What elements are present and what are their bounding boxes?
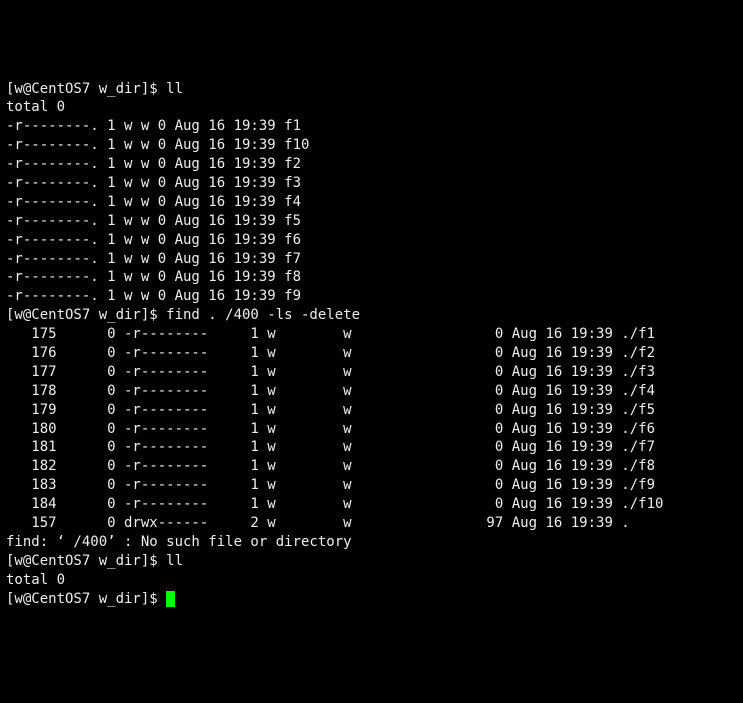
ll-row: -r--------. 1 w w 0 Aug 16 19:39 f3 [6, 175, 301, 191]
ll-row: -r--------. 1 w w 0 Aug 16 19:39 f5 [6, 213, 301, 229]
prompt-line: [w@CentOS7 w_dir]$ ll [6, 553, 183, 569]
find-row: 182 0 -r-------- 1 w w 0 Aug 16 19:39 ./… [6, 458, 655, 474]
ll-total: total 0 [6, 572, 65, 588]
prompt-line: [w@CentOS7 w_dir]$ find . /400 -ls -dele… [6, 307, 360, 323]
find-row: 157 0 drwx------ 2 w w 97 Aug 16 19:39 . [6, 515, 630, 531]
terminal-output[interactable]: [w@CentOS7 w_dir]$ ll total 0 -r--------… [6, 80, 737, 609]
ll-row: -r--------. 1 w w 0 Aug 16 19:39 f10 [6, 137, 309, 153]
find-row: 177 0 -r-------- 1 w w 0 Aug 16 19:39 ./… [6, 364, 655, 380]
ll-row: -r--------. 1 w w 0 Aug 16 19:39 f9 [6, 288, 301, 304]
ll-row: -r--------. 1 w w 0 Aug 16 19:39 f6 [6, 232, 301, 248]
find-row: 179 0 -r-------- 1 w w 0 Aug 16 19:39 ./… [6, 402, 655, 418]
find-row: 176 0 -r-------- 1 w w 0 Aug 16 19:39 ./… [6, 345, 655, 361]
find-row: 181 0 -r-------- 1 w w 0 Aug 16 19:39 ./… [6, 439, 655, 455]
ll-row: -r--------. 1 w w 0 Aug 16 19:39 f1 [6, 118, 301, 134]
find-row: 175 0 -r-------- 1 w w 0 Aug 16 19:39 ./… [6, 326, 655, 342]
find-row: 180 0 -r-------- 1 w w 0 Aug 16 19:39 ./… [6, 421, 655, 437]
find-row: 178 0 -r-------- 1 w w 0 Aug 16 19:39 ./… [6, 383, 655, 399]
find-error: find: ‘ /400’ : No such file or director… [6, 534, 352, 550]
ll-row: -r--------. 1 w w 0 Aug 16 19:39 f2 [6, 156, 301, 172]
ll-row: -r--------. 1 w w 0 Aug 16 19:39 f8 [6, 269, 301, 285]
prompt-line: [w@CentOS7 w_dir]$ ll [6, 81, 183, 97]
find-row: 183 0 -r-------- 1 w w 0 Aug 16 19:39 ./… [6, 477, 655, 493]
prompt-line: [w@CentOS7 w_dir]$ [6, 591, 175, 607]
ll-row: -r--------. 1 w w 0 Aug 16 19:39 f4 [6, 194, 301, 210]
ll-total: total 0 [6, 99, 65, 115]
find-row: 184 0 -r-------- 1 w w 0 Aug 16 19:39 ./… [6, 496, 663, 512]
cursor [166, 591, 175, 607]
ll-row: -r--------. 1 w w 0 Aug 16 19:39 f7 [6, 251, 301, 267]
